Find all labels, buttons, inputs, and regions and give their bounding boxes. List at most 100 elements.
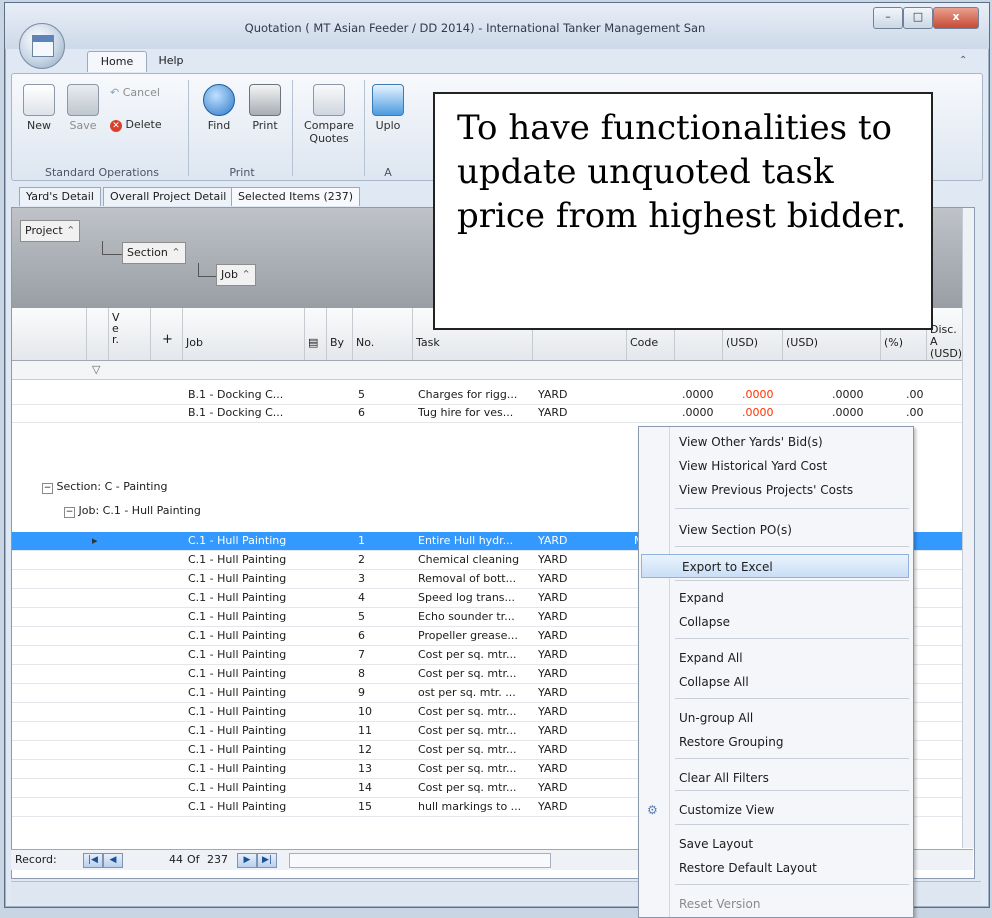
cell-task: Charges for rigg... [418, 388, 518, 401]
cell-no: 2 [358, 553, 365, 566]
table-row[interactable]: B.1 - Docking C... 6 Tug hire for ves...… [12, 404, 974, 423]
menu-item-collapse-all[interactable]: Collapse All [639, 670, 911, 694]
maximize-button[interactable]: □ [903, 7, 933, 29]
ribbon-minimize-icon[interactable]: ⌃ [959, 55, 967, 66]
cell-category: YARD [538, 724, 568, 737]
menu-item-clear-all-filters[interactable]: Clear All Filters [639, 766, 911, 790]
cell-category: YARD [538, 648, 568, 661]
menu-item-ungroup-all[interactable]: Un-group All [639, 706, 911, 730]
minimize-button[interactable]: – [873, 7, 903, 29]
cell-job: C.1 - Hull Painting [188, 762, 287, 775]
group-chip-project[interactable]: Project ⌃ [20, 220, 81, 242]
menu-item-view-other-yards-bid[interactable]: View Other Yards' Bid(s) [639, 430, 911, 454]
row-selector-icon[interactable]: ▸ [92, 534, 98, 547]
cell-category: YARD [538, 743, 568, 756]
menu-item-label: Save Layout [679, 837, 754, 851]
section-group-row[interactable]: − Section: C - Painting [42, 480, 167, 494]
menu-item-reset-version[interactable]: Reset Version [639, 892, 911, 916]
title-bar: Quotation ( MT Asian Feeder / DD 2014) -… [5, 3, 989, 49]
cell-category: YARD [538, 629, 568, 642]
menu-item-label: Clear All Filters [679, 771, 769, 785]
menu-item-label: Expand [679, 591, 724, 605]
menu-item-label: Reset Version [679, 897, 761, 911]
cell-job: C.1 - Hull Painting [188, 743, 287, 756]
cell-no: 8 [358, 667, 365, 680]
horizontal-scrollbar[interactable] [289, 853, 551, 868]
filter-icon[interactable]: ▽ [92, 363, 100, 376]
menu-item-label: Collapse All [679, 675, 749, 689]
menu-item-customize-view[interactable]: Customize View ⚙ [639, 798, 911, 822]
cell-price: .0000 [742, 388, 774, 401]
column-header-by[interactable]: By [326, 308, 353, 360]
collapse-icon[interactable]: − [64, 507, 75, 518]
column-header-no[interactable]: No. [352, 308, 413, 360]
new-button[interactable]: New [18, 84, 60, 132]
gear-icon: ⚙ [647, 803, 658, 817]
upload-label: Uplo [375, 119, 401, 132]
cell-category: YARD [538, 553, 568, 566]
group-a: A [384, 166, 392, 179]
tab-home[interactable]: Home [87, 51, 147, 72]
cell-job: C.1 - Hull Painting [188, 553, 287, 566]
find-button[interactable]: Find [198, 84, 240, 132]
vertical-scrollbar[interactable] [962, 208, 974, 848]
app-menu-orb[interactable] [19, 23, 65, 69]
print-button[interactable]: Print [244, 84, 286, 132]
next-record-button[interactable]: ▶ [237, 853, 257, 868]
menu-item-export-to-excel[interactable]: Export to Excel [641, 554, 909, 578]
last-record-button[interactable]: ▶| [257, 853, 277, 868]
cell-task: Cost per sq. mtr... [418, 743, 517, 756]
cell-qty: .0000 [682, 406, 714, 419]
cancel-button[interactable]: ↶ Cancel [110, 86, 180, 99]
tab-help[interactable]: Help [151, 51, 191, 71]
record-current[interactable]: 44 [169, 853, 183, 866]
attachment-icon: ▤ [308, 336, 319, 349]
column-header-attachment[interactable]: ▤ [304, 308, 327, 360]
column-header-ver[interactable]: V e r. [108, 308, 151, 360]
menu-item-collapse[interactable]: Collapse [639, 610, 911, 634]
previous-record-button[interactable]: ◀ [103, 853, 123, 868]
filter-row[interactable]: ▽ [12, 361, 974, 380]
group-chip-section[interactable]: Section ⌃ [122, 242, 186, 264]
delete-label: Delete [125, 118, 162, 131]
menu-item-label: Restore Grouping [679, 735, 784, 749]
group-chip-label: Section [127, 246, 168, 259]
cell-category: YARD [538, 572, 568, 585]
menu-item-view-historical-yard-cost[interactable]: View Historical Yard Cost [639, 454, 911, 478]
close-button[interactable]: x [933, 7, 979, 29]
menu-item-view-previous-projects-costs[interactable]: View Previous Projects' Costs [639, 478, 911, 502]
save-button[interactable]: Save [62, 84, 104, 132]
menu-separator [675, 580, 909, 581]
menu-item-restore-grouping[interactable]: Restore Grouping [639, 730, 911, 754]
column-header-plus[interactable]: + [150, 308, 183, 360]
cell-task: hull markings to ... [418, 800, 522, 813]
job-group-row[interactable]: − Job: C.1 - Hull Painting [64, 504, 201, 518]
delete-button[interactable]: ✕ Delete [110, 118, 180, 132]
menu-item-expand[interactable]: Expand [639, 586, 911, 610]
upload-button[interactable]: Uplo [368, 84, 408, 132]
cell-no: 5 [358, 610, 365, 623]
job-label: Job: C.1 - Hull Painting [78, 504, 201, 517]
cell-no: 12 [358, 743, 372, 756]
tab-overall-project-detail[interactable]: Overall Project Detail [103, 187, 234, 206]
group-chip-job[interactable]: Job ⌃ [216, 264, 256, 286]
cell-job: B.1 - Docking C... [188, 388, 284, 401]
menu-item-restore-default-layout[interactable]: Restore Default Layout [639, 856, 911, 880]
menu-item-label: View Previous Projects' Costs [679, 483, 854, 497]
column-header-job[interactable]: Job [182, 308, 305, 360]
first-record-button[interactable]: |◀ [83, 853, 103, 868]
compare-quotes-button[interactable]: Compare Quotes [298, 84, 360, 145]
upload-icon [372, 84, 404, 116]
menu-separator [675, 698, 909, 699]
collapse-icon[interactable]: − [42, 483, 53, 494]
tab-selected-items[interactable]: Selected Items (237) [231, 187, 361, 206]
tab-yards-detail[interactable]: Yard's Detail [19, 187, 101, 206]
record-label: Record: [15, 853, 57, 866]
table-row[interactable]: B.1 - Docking C... 5 Charges for rigg...… [12, 386, 974, 405]
cell-job: B.1 - Docking C... [188, 406, 284, 419]
cell-percent: .00 [906, 388, 924, 401]
menu-item-save-layout[interactable]: Save Layout [639, 832, 911, 856]
cell-job: C.1 - Hull Painting [188, 781, 287, 794]
menu-item-expand-all[interactable]: Expand All [639, 646, 911, 670]
menu-item-view-section-po[interactable]: View Section PO(s) [639, 518, 911, 542]
